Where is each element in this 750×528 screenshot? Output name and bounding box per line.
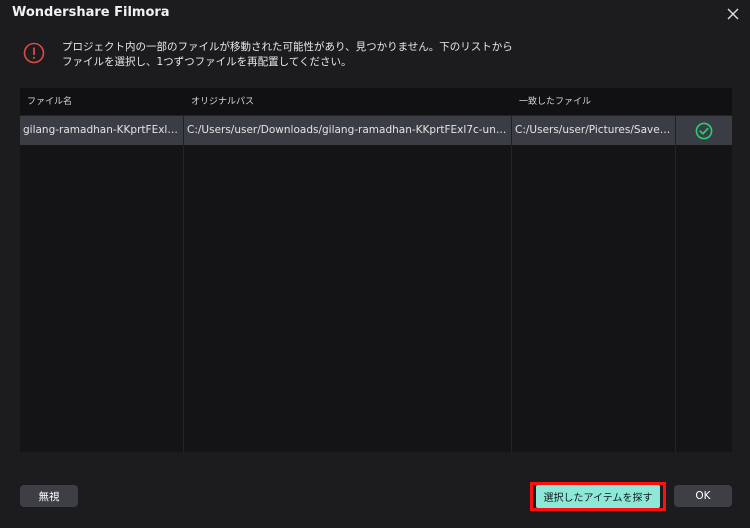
- table-row[interactable]: gilang-ramadhan-KKprtFExl7... C:/Users/u…: [20, 116, 732, 145]
- warning-icon: [23, 42, 45, 64]
- column-header-original-path[interactable]: オリジナルパス: [184, 88, 511, 116]
- check-circle-icon: [695, 122, 713, 139]
- message-text: プロジェクト内の一部のファイルが移動された可能性があり、見つかりません。下のリス…: [62, 41, 513, 68]
- cell-status: [676, 116, 732, 145]
- table-header: ファイル名 オリジナルパス 一致したファイル: [20, 88, 732, 116]
- window-title: Wondershare Filmora: [12, 5, 170, 20]
- find-selected-items-button[interactable]: 選択したアイテムを探す: [536, 485, 660, 508]
- warning-message: プロジェクト内の一部のファイルが移動された可能性があり、見つかりません。下のリス…: [20, 38, 730, 78]
- cell-file-name: gilang-ramadhan-KKprtFExl7...: [23, 124, 183, 136]
- close-button[interactable]: [722, 3, 744, 25]
- close-icon: [727, 8, 739, 20]
- cell-original-path: C:/Users/user/Downloads/gilang-ramadhan-…: [187, 124, 511, 136]
- missing-files-table: ファイル名 オリジナルパス 一致したファイル gilang-ramadhan-K…: [20, 88, 732, 452]
- ok-button[interactable]: OK: [674, 485, 732, 507]
- column-header-file-name[interactable]: ファイル名: [20, 88, 183, 116]
- title-bar: Wondershare Filmora: [0, 0, 750, 28]
- cell-matched-file: C:/Users/user/Pictures/Saved ...: [515, 124, 675, 136]
- highlight-frame: 選択したアイテムを探す: [530, 482, 666, 511]
- column-header-matched-file[interactable]: 一致したファイル: [512, 88, 675, 116]
- ignore-button[interactable]: 無視: [20, 485, 78, 507]
